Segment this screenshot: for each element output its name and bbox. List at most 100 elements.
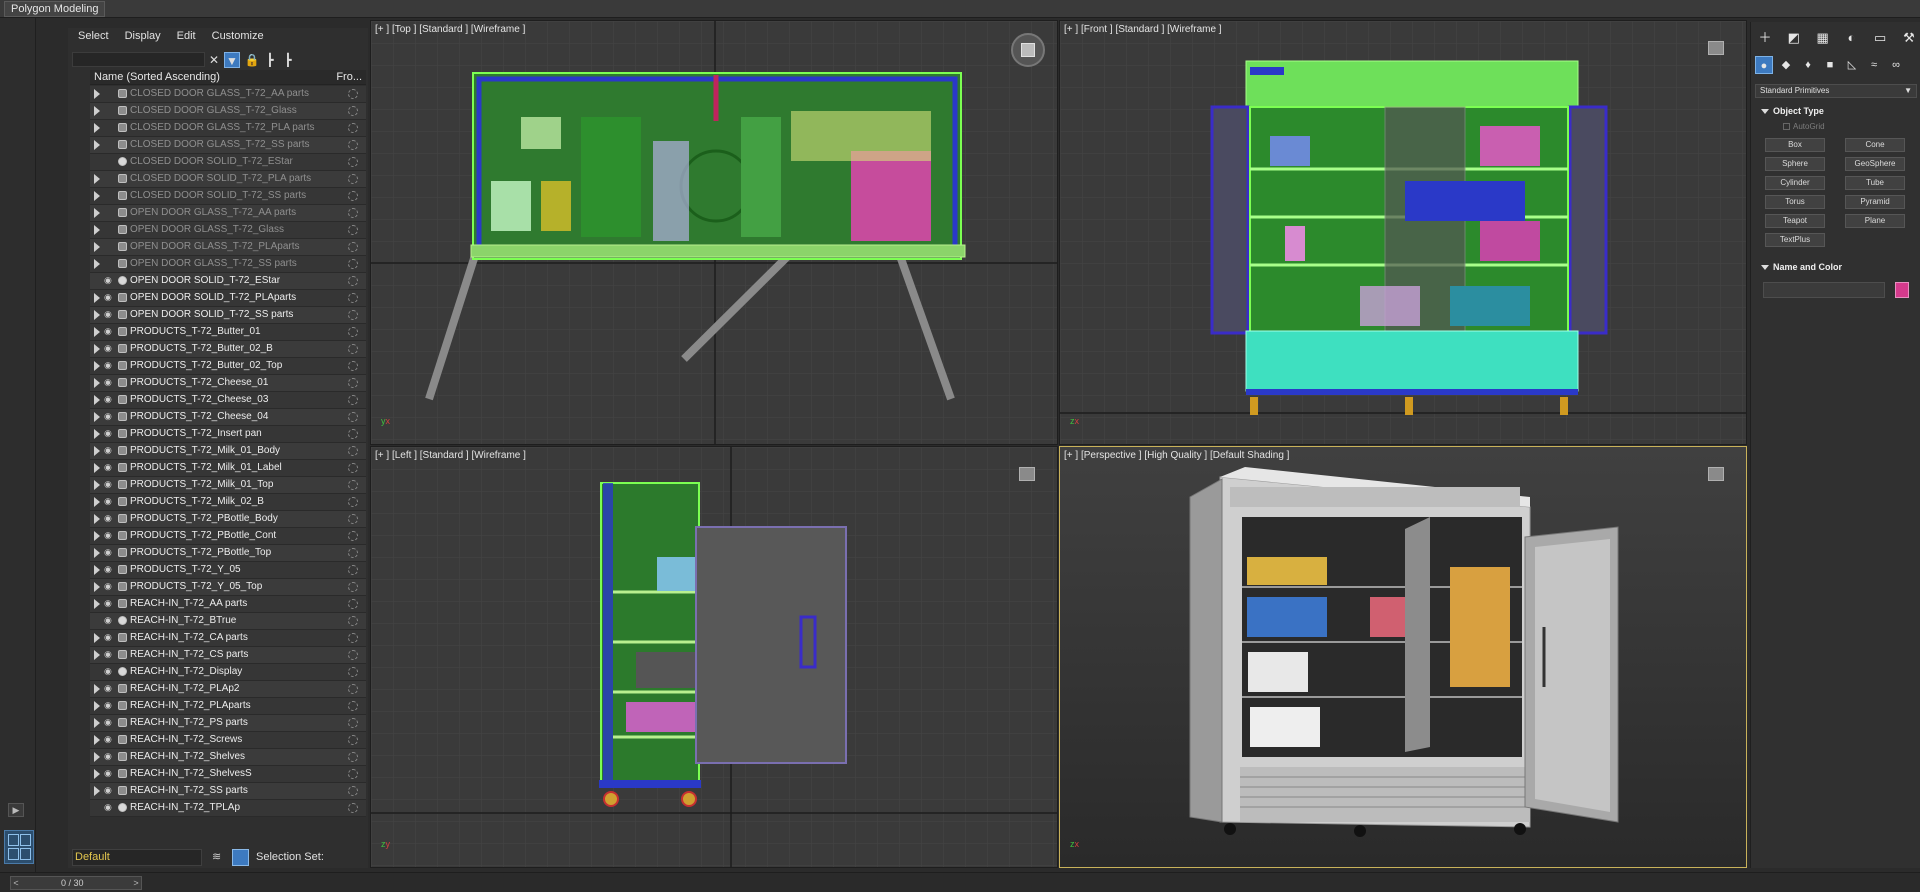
expand-arrow-icon[interactable] [94, 429, 100, 439]
viewport-top[interactable]: [+ ] [Top ] [Standard ] [Wireframe ] yx [370, 20, 1058, 445]
layer-sort-icon[interactable]: ┣ [280, 52, 296, 68]
layer-dropdown[interactable]: Default [72, 849, 202, 866]
cylinder-button[interactable]: Cylinder [1765, 176, 1825, 190]
expand-arrow-icon[interactable] [94, 735, 100, 745]
menu-customize[interactable]: Customize [212, 30, 264, 46]
visibility-eye-icon[interactable]: ◉ [104, 377, 116, 387]
viewport-label[interactable]: [+ ] [Perspective ] [High Quality ] [Def… [1064, 450, 1289, 461]
expand-arrow-icon[interactable] [94, 701, 100, 711]
explorer-row[interactable]: ◉ PRODUCTS_T-72_Cheese_03 [90, 392, 366, 409]
freeze-toggle-icon[interactable] [348, 242, 358, 252]
explorer-row[interactable]: OPEN DOOR GLASS_T-72_SS parts [90, 256, 366, 273]
explorer-row[interactable]: CLOSED DOOR GLASS_T-72_Glass [90, 103, 366, 120]
explorer-row[interactable]: ◉ PRODUCTS_T-72_PBottle_Cont [90, 528, 366, 545]
freeze-toggle-icon[interactable] [348, 293, 358, 303]
autogrid-checkbox[interactable]: AutoGrid [1783, 122, 1825, 131]
visibility-eye-icon[interactable]: ◉ [104, 717, 116, 727]
workspace-tab[interactable]: Polygon Modeling [4, 1, 106, 17]
explorer-row[interactable]: ◉ OPEN DOOR SOLID_T-72_PLAparts [90, 290, 366, 307]
viewport-front[interactable]: [+ ] [Front ] [Standard ] [Wireframe ] z… [1059, 20, 1747, 445]
expand-arrow-icon[interactable] [94, 548, 100, 558]
name-column-header[interactable]: Name (Sorted Ascending) [94, 71, 220, 83]
visibility-eye-icon[interactable]: ◉ [104, 598, 116, 608]
frozen-column-header[interactable]: Fro... [336, 71, 362, 83]
viewcube-icon[interactable] [1011, 33, 1045, 67]
explorer-row[interactable]: ◉ REACH-IN_T-72_Shelves [90, 749, 366, 766]
visibility-eye-icon[interactable]: ◉ [104, 326, 116, 336]
lock-icon[interactable]: 🔒 [244, 52, 260, 68]
freeze-toggle-icon[interactable] [348, 140, 358, 150]
hierarchy-sort-icon[interactable]: ┣ [262, 52, 278, 68]
plane-button[interactable]: Plane [1845, 214, 1905, 228]
freeze-toggle-icon[interactable] [348, 582, 358, 592]
expand-arrow-icon[interactable] [94, 310, 100, 320]
freeze-toggle-icon[interactable] [348, 327, 358, 337]
motion-tab-icon[interactable]: ◐ [1843, 30, 1859, 46]
expand-arrow-icon[interactable] [94, 412, 100, 422]
menu-select[interactable]: Select [78, 30, 109, 46]
expand-arrow-icon[interactable] [94, 259, 100, 269]
explorer-row[interactable]: ◉ PRODUCTS_T-72_Butter_02_Top [90, 358, 366, 375]
create-tab-icon[interactable]: ＋ [1757, 30, 1773, 46]
viewport-label[interactable]: [+ ] [Top ] [Standard ] [Wireframe ] [375, 24, 525, 35]
visibility-eye-icon[interactable]: ◉ [104, 564, 116, 574]
visibility-eye-icon[interactable]: ◉ [104, 496, 116, 506]
explorer-row[interactable]: CLOSED DOOR SOLID_T-72_PLA parts [90, 171, 366, 188]
freeze-toggle-icon[interactable] [348, 463, 358, 473]
box-button[interactable]: Box [1765, 138, 1825, 152]
freeze-toggle-icon[interactable] [348, 650, 358, 660]
explorer-row[interactable]: ◉ REACH-IN_T-72_PLAparts [90, 698, 366, 715]
expand-arrow-icon[interactable] [94, 395, 100, 405]
tube-button[interactable]: Tube [1845, 176, 1905, 190]
expand-arrow-icon[interactable] [94, 497, 100, 507]
freeze-toggle-icon[interactable] [348, 786, 358, 796]
expand-arrow-icon[interactable] [94, 208, 100, 218]
freeze-toggle-icon[interactable] [348, 361, 358, 371]
freeze-toggle-icon[interactable] [348, 344, 358, 354]
freeze-toggle-icon[interactable] [348, 174, 358, 184]
explorer-row[interactable]: ◉ REACH-IN_T-72_Screws [90, 732, 366, 749]
freeze-toggle-icon[interactable] [348, 412, 358, 422]
explorer-row[interactable]: CLOSED DOOR GLASS_T-72_PLA parts [90, 120, 366, 137]
freeze-toggle-icon[interactable] [348, 548, 358, 558]
visibility-eye-icon[interactable]: ◉ [104, 683, 116, 693]
visibility-eye-icon[interactable]: ◉ [104, 751, 116, 761]
freeze-toggle-icon[interactable] [348, 633, 358, 643]
next-frame-icon[interactable]: > [131, 877, 141, 889]
explorer-row[interactable]: ◉ REACH-IN_T-72_PLAp2 [90, 681, 366, 698]
cone-button[interactable]: Cone [1845, 138, 1905, 152]
textplus-button[interactable]: TextPlus [1765, 233, 1825, 247]
visibility-eye-icon[interactable]: ◉ [104, 343, 116, 353]
expand-arrow-icon[interactable] [94, 378, 100, 388]
freeze-toggle-icon[interactable] [348, 599, 358, 609]
expand-arrow-icon[interactable] [94, 191, 100, 201]
freeze-toggle-icon[interactable] [348, 446, 358, 456]
expand-arrow-icon[interactable] [94, 650, 100, 660]
teapot-button[interactable]: Teapot [1765, 214, 1825, 228]
expand-arrow-icon[interactable] [94, 463, 100, 473]
hierarchy-tab-icon[interactable]: ▦ [1815, 30, 1831, 46]
helpers-icon[interactable]: ◺ [1843, 56, 1861, 74]
freeze-toggle-icon[interactable] [348, 667, 358, 677]
geosphere-button[interactable]: GeoSphere [1845, 157, 1905, 171]
viewcube-icon[interactable] [1019, 467, 1035, 481]
expand-arrow-icon[interactable] [94, 769, 100, 779]
explorer-row[interactable]: ◉ PRODUCTS_T-72_Butter_02_B [90, 341, 366, 358]
expand-arrow-icon[interactable] [94, 361, 100, 371]
freeze-toggle-icon[interactable] [348, 735, 358, 745]
visibility-eye-icon[interactable]: ◉ [104, 530, 116, 540]
filter-toggle-icon[interactable]: ▼ [224, 52, 240, 68]
explorer-row[interactable]: ◉ PRODUCTS_T-72_Cheese_01 [90, 375, 366, 392]
freeze-toggle-icon[interactable] [348, 514, 358, 524]
visibility-eye-icon[interactable]: ◉ [104, 802, 116, 812]
visibility-eye-icon[interactable]: ◉ [104, 360, 116, 370]
object-name-field[interactable] [1763, 282, 1885, 298]
viewport-label[interactable]: [+ ] [Front ] [Standard ] [Wireframe ] [1064, 24, 1222, 35]
visibility-eye-icon[interactable]: ◉ [104, 649, 116, 659]
explorer-search-input[interactable] [72, 52, 205, 67]
visibility-eye-icon[interactable]: ◉ [104, 632, 116, 642]
explorer-row[interactable]: ◉ REACH-IN_T-72_SS parts [90, 783, 366, 800]
visibility-eye-icon[interactable]: ◉ [104, 768, 116, 778]
explorer-row[interactable]: ◉ REACH-IN_T-72_CA parts [90, 630, 366, 647]
expand-arrow-icon[interactable] [94, 225, 100, 235]
